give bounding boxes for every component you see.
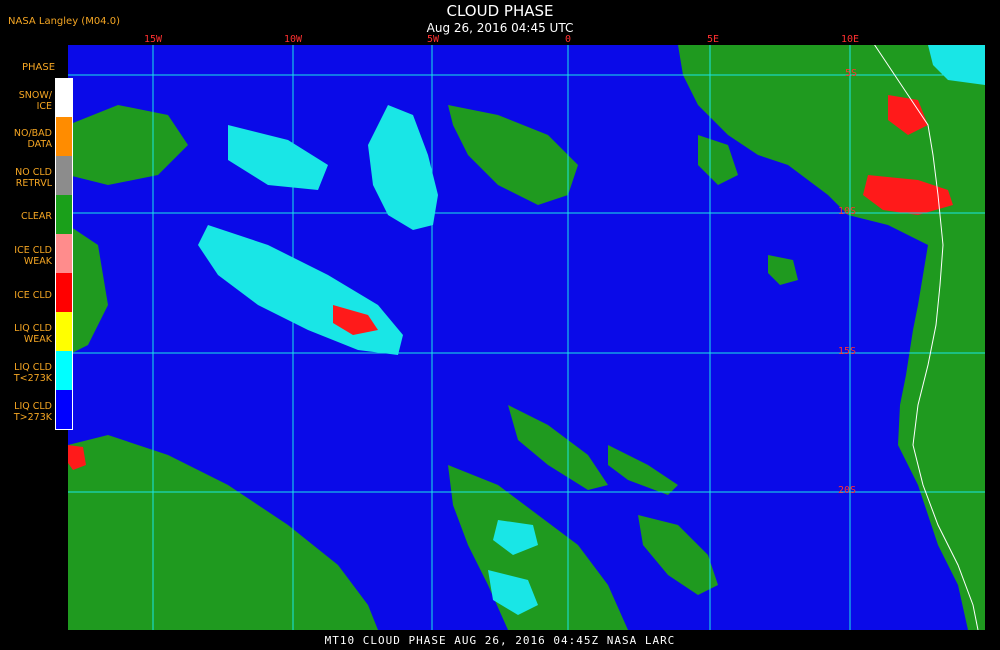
- map-title: CLOUD PHASE: [446, 2, 554, 20]
- legend-swatch-liq-cld-weak: [56, 312, 72, 351]
- legend-swatch-ice-cld-weak: [56, 234, 72, 273]
- legend-swatch-ice-cld: [56, 273, 72, 312]
- lat-tick-10s: 10S: [838, 206, 857, 217]
- lon-tick-5e: 5E: [706, 34, 720, 45]
- legend-label-ice-cld-weak: ICE CLD WEAK: [14, 245, 52, 267]
- legend-label-clear: CLEAR: [20, 211, 52, 222]
- legend-swatch-no-cld-retrvl: [56, 156, 72, 195]
- legend-label-no-cld-retrvl: NO CLD RETRVL: [15, 167, 52, 189]
- legend-label-liq-cld-cold: LIQ CLD T<273K: [13, 362, 52, 384]
- cloud-phase-map: [68, 45, 985, 630]
- legend-label-snow-ice: SNOW/ ICE: [18, 90, 52, 112]
- lon-tick-10w: 10W: [283, 34, 303, 45]
- legend-swatch-clear: [56, 195, 72, 234]
- legend-swatch-no-bad-data: [56, 117, 72, 156]
- legend-swatch-liq-cld-warm: [56, 390, 72, 429]
- lat-tick-15s: 15S: [838, 346, 857, 357]
- footer-caption: MT10 CLOUD PHASE AUG 26, 2016 04:45Z NAS…: [324, 634, 676, 647]
- lon-tick-10e: 10E: [840, 34, 860, 45]
- legend-swatch-liq-cld-cold: [56, 351, 72, 390]
- legend-label-no-bad-data: NO/BAD DATA: [13, 128, 52, 150]
- lat-tick-20s: 20S: [838, 485, 857, 496]
- lon-tick-0: 0: [564, 34, 572, 45]
- legend-title: PHASE: [22, 62, 56, 73]
- lon-tick-5w: 5W: [426, 34, 440, 45]
- legend-label-ice-cld: ICE CLD: [14, 290, 52, 301]
- legend-swatch-snow-ice: [56, 79, 72, 117]
- lat-tick-5s: 5S: [845, 68, 858, 79]
- map-timestamp: Aug 26, 2016 04:45 UTC: [426, 21, 574, 35]
- legend-label-liq-cld-warm: LIQ CLD T>273K: [13, 401, 52, 423]
- legend-label-liq-cld-weak: LIQ CLD WEAK: [14, 323, 52, 345]
- lon-tick-15w: 15W: [143, 34, 163, 45]
- legend-color-bar: [55, 78, 73, 430]
